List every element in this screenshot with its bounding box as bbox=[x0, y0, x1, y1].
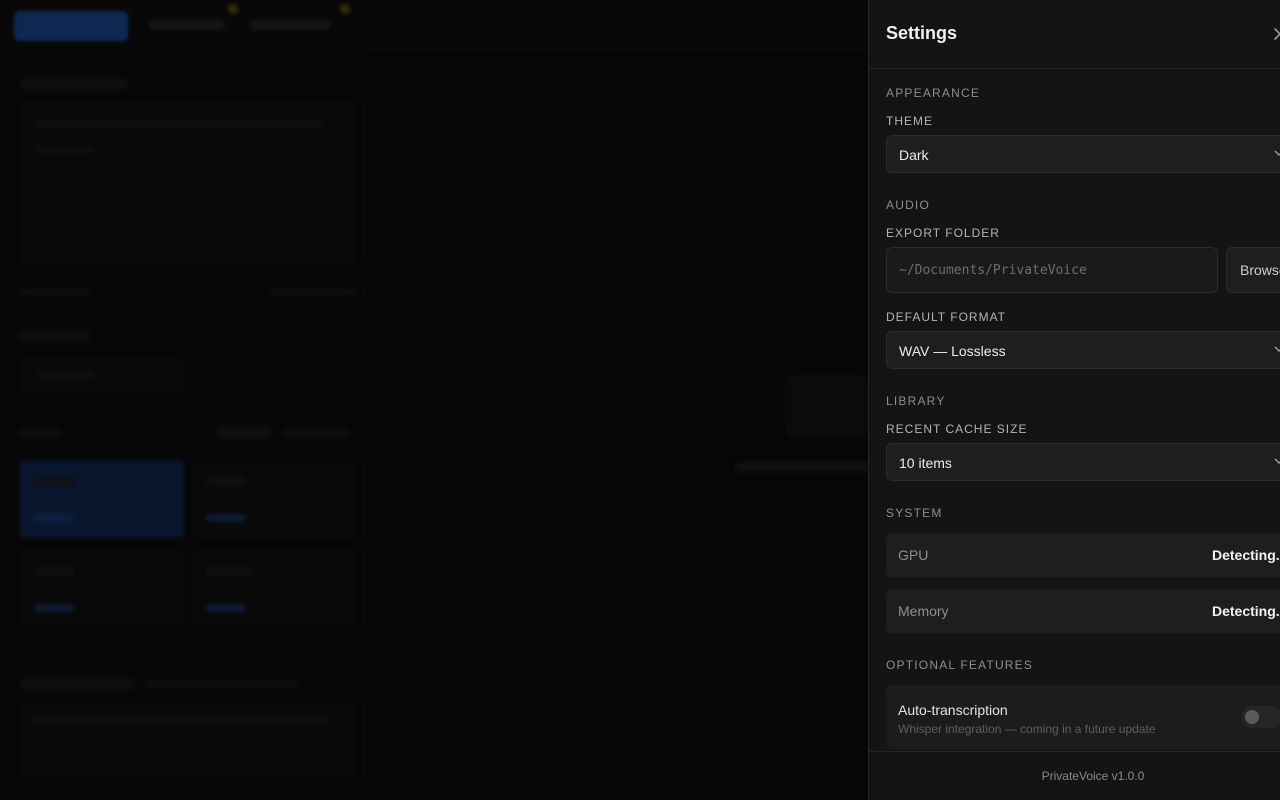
background-app bbox=[0, 0, 868, 800]
cache-size-select[interactable]: 10 items bbox=[886, 443, 1280, 481]
feature-title: Auto-transcription bbox=[898, 702, 1008, 718]
system-row-value: Detecting... bbox=[1212, 603, 1280, 619]
system-row-memory: Memory Detecting... bbox=[886, 589, 1280, 633]
settings-header: Settings bbox=[869, 0, 1280, 69]
system-row-label: GPU bbox=[898, 547, 929, 563]
feature-auto-transcription: Auto-transcription Whisper integration —… bbox=[886, 685, 1280, 749]
section-audio: AUDIO bbox=[886, 198, 931, 212]
system-row-label: Memory bbox=[898, 603, 949, 619]
theme-label: THEME bbox=[886, 114, 933, 128]
default-format-select[interactable]: WAV — Lossless bbox=[886, 331, 1280, 369]
theme-select[interactable]: Dark bbox=[886, 135, 1280, 173]
section-system: SYSTEM bbox=[886, 506, 943, 520]
section-appearance: APPEARANCE bbox=[886, 86, 981, 100]
settings-footer: PrivateVoice v1.0.0 bbox=[869, 751, 1280, 800]
export-folder-field[interactable] bbox=[886, 247, 1218, 293]
export-folder-label: EXPORT FOLDER bbox=[886, 226, 1000, 240]
settings-panel: Settings APPEARANCE THEME Dark AUDIO EXP… bbox=[868, 0, 1280, 800]
default-format-value: WAV — Lossless bbox=[899, 343, 1006, 359]
settings-title: Settings bbox=[886, 23, 958, 43]
system-row-value: Detecting... bbox=[1212, 547, 1280, 563]
system-row-gpu: GPU Detecting... bbox=[886, 533, 1280, 577]
section-optional-features: OPTIONAL FEATURES bbox=[886, 658, 1034, 672]
section-library: LIBRARY bbox=[886, 394, 946, 408]
feature-description: Whisper integration — coming in a future… bbox=[898, 722, 1156, 736]
close-icon[interactable] bbox=[1273, 24, 1280, 42]
chevron-down-icon bbox=[1274, 346, 1280, 353]
export-folder-input[interactable] bbox=[887, 248, 1217, 292]
toggle-knob bbox=[1245, 710, 1259, 724]
default-format-label: DEFAULT FORMAT bbox=[886, 310, 1007, 324]
cache-size-value: 10 items bbox=[899, 455, 952, 471]
browse-button[interactable]: Browse bbox=[1226, 247, 1280, 293]
app-version: PrivateVoice v1.0.0 bbox=[1041, 769, 1145, 783]
cache-size-label: RECENT CACHE SIZE bbox=[886, 422, 1028, 436]
chevron-down-icon bbox=[1274, 150, 1280, 157]
auto-transcription-toggle[interactable] bbox=[1242, 706, 1280, 728]
theme-select-value: Dark bbox=[899, 147, 929, 163]
chevron-down-icon bbox=[1274, 458, 1280, 465]
modal-backdrop[interactable] bbox=[0, 0, 868, 800]
